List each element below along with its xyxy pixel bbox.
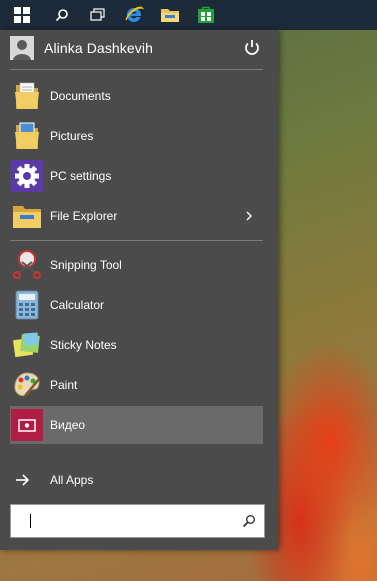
internet-explorer-button[interactable] (116, 0, 152, 30)
arrow-right-icon (16, 474, 30, 486)
app-item-label: Видео (50, 418, 86, 432)
app-item-paint[interactable]: Paint (10, 366, 263, 404)
user-account[interactable]: Alinka Dashkevih (0, 30, 278, 66)
chevron-right-icon[interactable] (243, 208, 255, 224)
menu-item-documents[interactable]: Documents (10, 77, 263, 115)
file-explorer-taskbar-button[interactable] (152, 0, 188, 30)
user-avatar-icon (10, 36, 34, 60)
app-item-label: Sticky Notes (50, 338, 117, 352)
user-name: Alinka Dashkevih (44, 40, 153, 56)
start-button[interactable] (0, 0, 44, 30)
app-item-sticky-notes[interactable]: Sticky Notes (10, 326, 263, 364)
app-item-label: Paint (50, 378, 78, 392)
store-icon (198, 6, 214, 23)
all-apps-label: All Apps (50, 473, 94, 487)
calculator-icon (11, 289, 43, 321)
start-menu: Alinka Dashkevih Documents Pictures PC s… (0, 30, 278, 550)
menu-item-file-explorer[interactable]: File Explorer (10, 197, 263, 235)
task-view-button[interactable] (80, 0, 116, 30)
sticky-notes-icon (11, 329, 43, 361)
pc-settings-gear-icon (11, 160, 43, 192)
separator (10, 240, 263, 241)
power-icon[interactable] (242, 38, 262, 58)
internet-explorer-icon (125, 6, 144, 22)
app-item-snipping-tool[interactable]: Snipping Tool (10, 246, 263, 284)
snipping-tool-icon (11, 249, 43, 281)
taskbar-search-button[interactable] (44, 0, 80, 30)
menu-item-label: Pictures (50, 129, 94, 143)
documents-folder-icon (11, 80, 43, 112)
pictures-folder-icon (11, 120, 43, 152)
menu-item-label: File Explorer (50, 209, 118, 223)
menu-item-label: PC settings (50, 169, 112, 183)
app-item-label: Calculator (50, 298, 105, 312)
app-item-label: Snipping Tool (50, 258, 122, 272)
search-icon[interactable] (242, 514, 256, 528)
file-explorer-icon (161, 9, 179, 22)
search-input[interactable] (13, 507, 251, 535)
app-item-video[interactable]: Видео (10, 406, 263, 444)
separator (10, 69, 263, 70)
windows-logo-icon (14, 7, 30, 23)
app-item-calculator[interactable]: Calculator (10, 286, 263, 324)
store-button[interactable] (188, 0, 224, 30)
task-view-icon (90, 8, 105, 21)
menu-item-label: Documents (50, 89, 111, 103)
taskbar (0, 0, 377, 30)
all-apps-button[interactable]: All Apps (10, 467, 263, 493)
menu-item-pc-settings[interactable]: PC settings (10, 157, 263, 195)
paint-icon (11, 369, 43, 401)
video-icon (11, 409, 43, 441)
text-caret (30, 514, 31, 528)
search-icon (55, 9, 68, 22)
search-box[interactable] (10, 504, 265, 538)
menu-item-pictures[interactable]: Pictures (10, 117, 263, 155)
file-explorer-icon (11, 200, 43, 232)
